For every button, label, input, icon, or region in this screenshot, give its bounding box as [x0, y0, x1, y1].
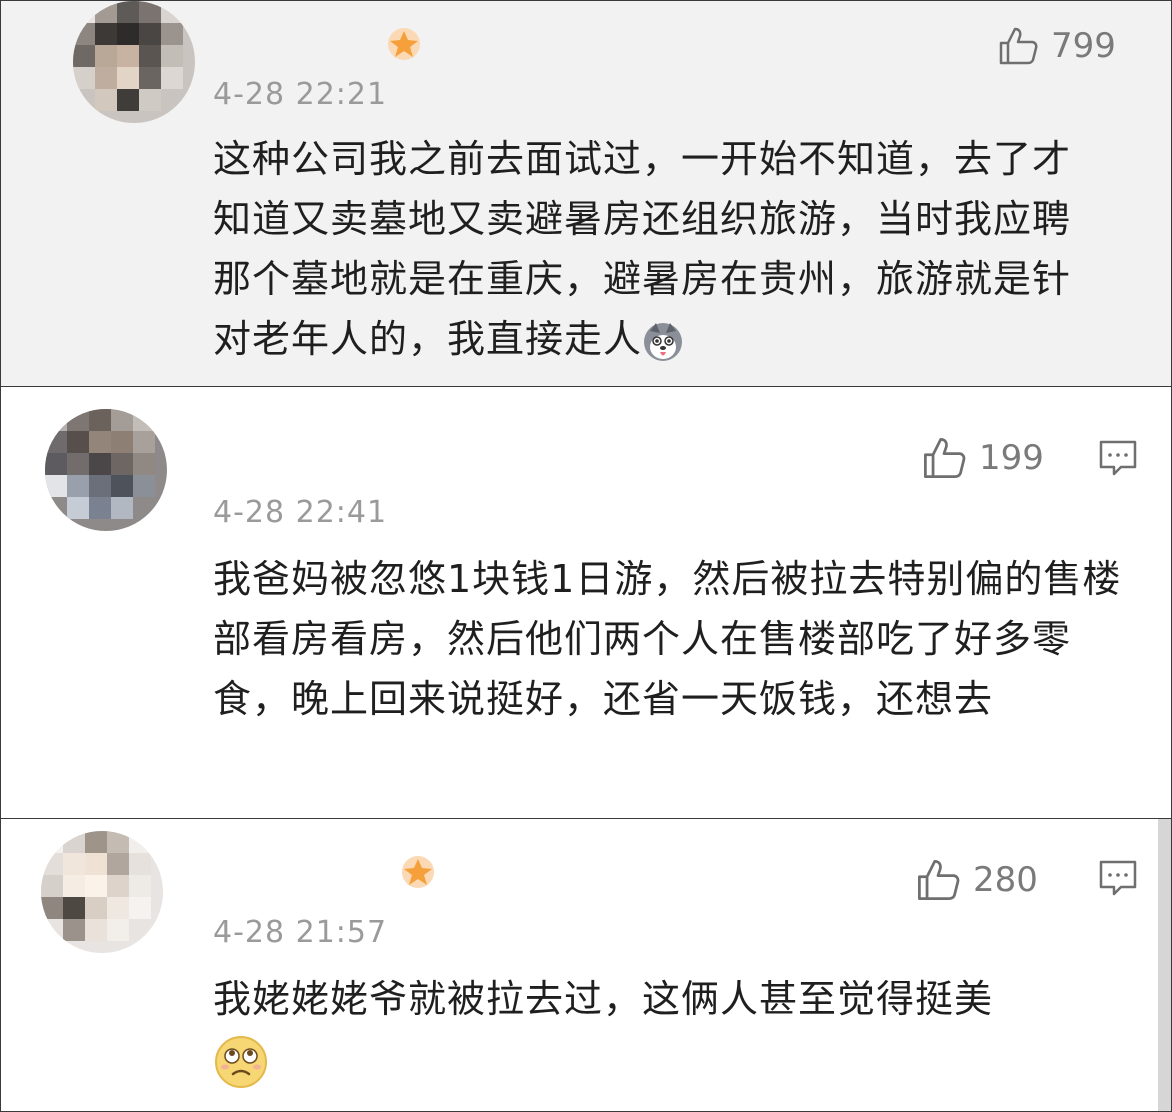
comment-timestamp: 4-28 22:41	[213, 495, 388, 530]
reply-comment-icon[interactable]	[1097, 857, 1139, 899]
comment-text: 这种公司我之前去面试过，一开始不知道，去了才知道又卖墓地又卖避暑房还组织旅游，当…	[213, 137, 1072, 361]
scrollbar[interactable]	[1158, 819, 1171, 1111]
comment-timestamp: 4-28 22:21	[213, 77, 388, 112]
avatar[interactable]	[45, 409, 167, 531]
thumbs-up-icon	[918, 860, 960, 900]
comment-text: 我爸妈被忽悠1块钱1日游，然后被拉去特别偏的售楼部看房看房，然后他们两个人在售楼…	[213, 557, 1122, 721]
vip-badge-icon	[388, 28, 420, 60]
thumbs-up-icon	[999, 27, 1038, 65]
husky-dog-emoji	[644, 322, 683, 361]
avatar[interactable]	[73, 1, 195, 123]
vip-badge-icon	[402, 856, 434, 888]
reply-comment-icon[interactable]	[1097, 437, 1139, 479]
like-button[interactable]: 199	[921, 433, 1044, 483]
comment-timestamp: 4-28 21:57	[213, 915, 388, 950]
avatar[interactable]	[41, 831, 163, 953]
like-count: 799	[1051, 26, 1116, 66]
comment-card: 4-28 22:21 799 这种公司我之前去面试过，一开始不知道，去了才知道又…	[0, 0, 1172, 386]
comment-text: 我姥姥姥爷就被拉去过，这俩人甚至觉得挺美	[213, 969, 1143, 1090]
like-count: 280	[973, 860, 1038, 900]
like-count: 199	[979, 438, 1044, 478]
like-button[interactable]: 799	[997, 21, 1116, 71]
comment-card: 4-28 21:57 280 我姥姥姥爷就被拉去过，这俩人甚至觉得挺美	[0, 818, 1172, 1112]
thumbs-up-icon	[924, 438, 966, 478]
awkward-face-emoji	[215, 1035, 267, 1088]
like-button[interactable]: 280	[915, 855, 1038, 905]
comment-card: 4-28 22:41 199 我爸妈被忽悠1块钱1日游，然后被拉去特别偏的售楼部…	[0, 386, 1172, 818]
